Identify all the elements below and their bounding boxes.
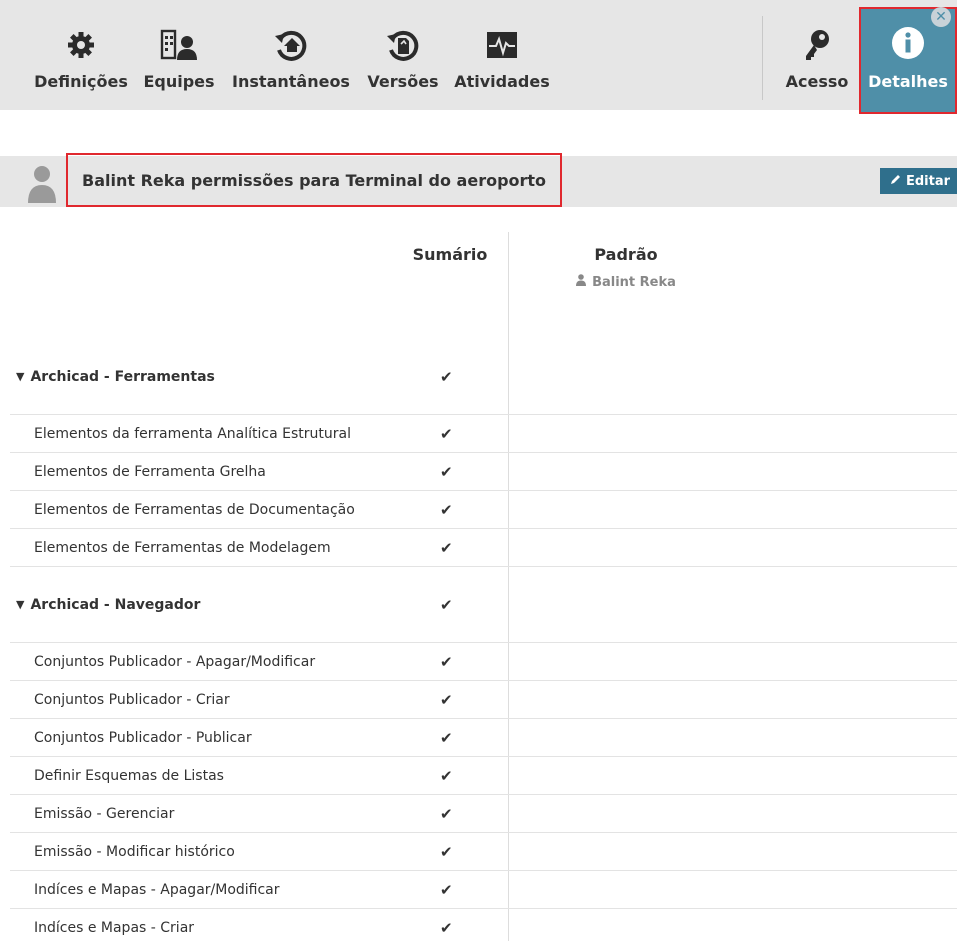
- toolbar-acesso-button[interactable]: Acesso: [784, 0, 850, 110]
- permission-row: Elementos de Ferramentas de Documentação…: [10, 491, 957, 529]
- caret-down-icon: ▼: [16, 370, 25, 383]
- permission-row: Conjuntos Publicador - Publicar ✔: [10, 719, 957, 757]
- edit-label: Editar: [906, 173, 951, 189]
- check-icon: ✔: [440, 804, 453, 823]
- check-icon: ✔: [440, 500, 453, 519]
- group-label: Archicad - Ferramentas: [30, 368, 215, 385]
- toolbar-label: Definições: [34, 72, 128, 91]
- check-icon: ✔: [440, 367, 453, 386]
- toolbar-label: Detalhes: [868, 72, 948, 91]
- permission-row: Emissão - Gerenciar ✔: [10, 795, 957, 833]
- caret-down-icon: ▼: [16, 598, 25, 611]
- toolbar-label: Equipes: [143, 72, 215, 91]
- check-icon: ✔: [440, 919, 453, 937]
- column-header-default: Padrão Balint Reka: [566, 245, 686, 290]
- permission-name: Conjuntos Publicador - Publicar: [34, 729, 252, 746]
- toolbar-separator: [762, 16, 763, 100]
- column-header-default-user: Balint Reka: [566, 274, 686, 290]
- toolbar-label: Atividades: [454, 72, 550, 91]
- group-row[interactable]: ▼ Archicad - Navegador ✔: [10, 567, 957, 643]
- gear-icon: [66, 24, 96, 66]
- check-icon: ✔: [440, 766, 453, 785]
- permission-name: Elementos de Ferramentas de Documentação: [34, 501, 355, 518]
- toolbar-label: Instantâneos: [232, 72, 350, 91]
- permission-name: Indíces e Mapas - Criar: [34, 920, 195, 936]
- permission-name: Elementos da ferramenta Analítica Estrut…: [34, 425, 351, 442]
- user-icon: [576, 274, 587, 290]
- close-icon[interactable]: ✕: [931, 7, 951, 27]
- permission-name: Conjuntos Publicador - Criar: [34, 691, 230, 708]
- permission-name: Emissão - Gerenciar: [34, 805, 175, 822]
- check-icon: ✔: [440, 728, 453, 747]
- permission-name: Conjuntos Publicador - Apagar/Modificar: [34, 653, 316, 670]
- toolbar-versoes-button[interactable]: Versões: [366, 0, 440, 110]
- check-icon: ✔: [440, 595, 453, 614]
- group-name: ▼ Archicad - Navegador: [16, 567, 200, 642]
- permission-name: Definir Esquemas de Listas: [34, 767, 224, 784]
- column-header-summary: Sumário: [412, 245, 488, 264]
- permission-row: Conjuntos Publicador - Criar ✔: [10, 681, 957, 719]
- column-header-default-title: Padrão: [594, 245, 658, 264]
- pencil-icon: [890, 173, 902, 189]
- permission-row: Elementos de Ferramenta Grelha ✔: [10, 453, 957, 491]
- avatar: [28, 165, 56, 207]
- activity-icon: [485, 24, 519, 66]
- check-icon: ✔: [440, 462, 453, 481]
- toolbar-definicoes-button[interactable]: Definições: [33, 0, 129, 110]
- check-icon: ✔: [440, 538, 453, 557]
- check-icon: ✔: [440, 424, 453, 443]
- check-icon: ✔: [440, 652, 453, 671]
- check-icon: ✔: [440, 880, 453, 899]
- permission-row: Conjuntos Publicador - Apagar/Modificar …: [10, 643, 957, 681]
- permissions-list: ▼ Archicad - Ferramentas ✔ Elementos da …: [10, 339, 957, 947]
- permission-name: Indíces e Mapas - Apagar/Modificar: [34, 881, 280, 898]
- toolbar-instantaneos-button[interactable]: Instantâneos: [230, 0, 352, 110]
- permission-row: Definir Esquemas de Listas ✔: [10, 757, 957, 795]
- key-icon: [802, 24, 832, 66]
- toolbar-equipes-button[interactable]: Equipes: [143, 0, 215, 110]
- permission-row: Elementos de Ferramentas de Modelagem ✔: [10, 529, 957, 567]
- check-icon: ✔: [440, 842, 453, 861]
- permission-row: Indíces e Mapas - Apagar/Modificar ✔: [10, 871, 957, 909]
- toolbar-atividades-button[interactable]: Atividades: [454, 0, 550, 110]
- check-icon: ✔: [440, 690, 453, 709]
- toolbar-label: Versões: [367, 72, 439, 91]
- team-icon: [159, 24, 199, 66]
- snapshot-icon: [273, 24, 309, 66]
- group-name: ▼ Archicad - Ferramentas: [16, 339, 215, 414]
- versions-icon: [385, 24, 421, 66]
- default-user-name: Balint Reka: [592, 274, 676, 290]
- info-icon: [891, 26, 925, 64]
- permission-name: Elementos de Ferramentas de Modelagem: [34, 539, 331, 556]
- toolbar: Definições Equipes Instantâneos Versões …: [0, 0, 957, 114]
- toolbar-label: Acesso: [785, 72, 849, 91]
- group-row[interactable]: ▼ Archicad - Ferramentas ✔: [10, 339, 957, 415]
- edit-button[interactable]: Editar: [880, 168, 957, 194]
- permission-row: Indíces e Mapas - Criar ✔: [10, 909, 957, 947]
- permission-row: Emissão - Modificar histórico ✔: [10, 833, 957, 871]
- group-label: Archicad - Navegador: [30, 596, 201, 613]
- permission-name: Emissão - Modificar histórico: [34, 843, 235, 860]
- permission-row: Elementos da ferramenta Analítica Estrut…: [10, 415, 957, 453]
- page-title: Balint Reka permissões para Terminal do …: [66, 153, 562, 207]
- permission-name: Elementos de Ferramenta Grelha: [34, 463, 266, 480]
